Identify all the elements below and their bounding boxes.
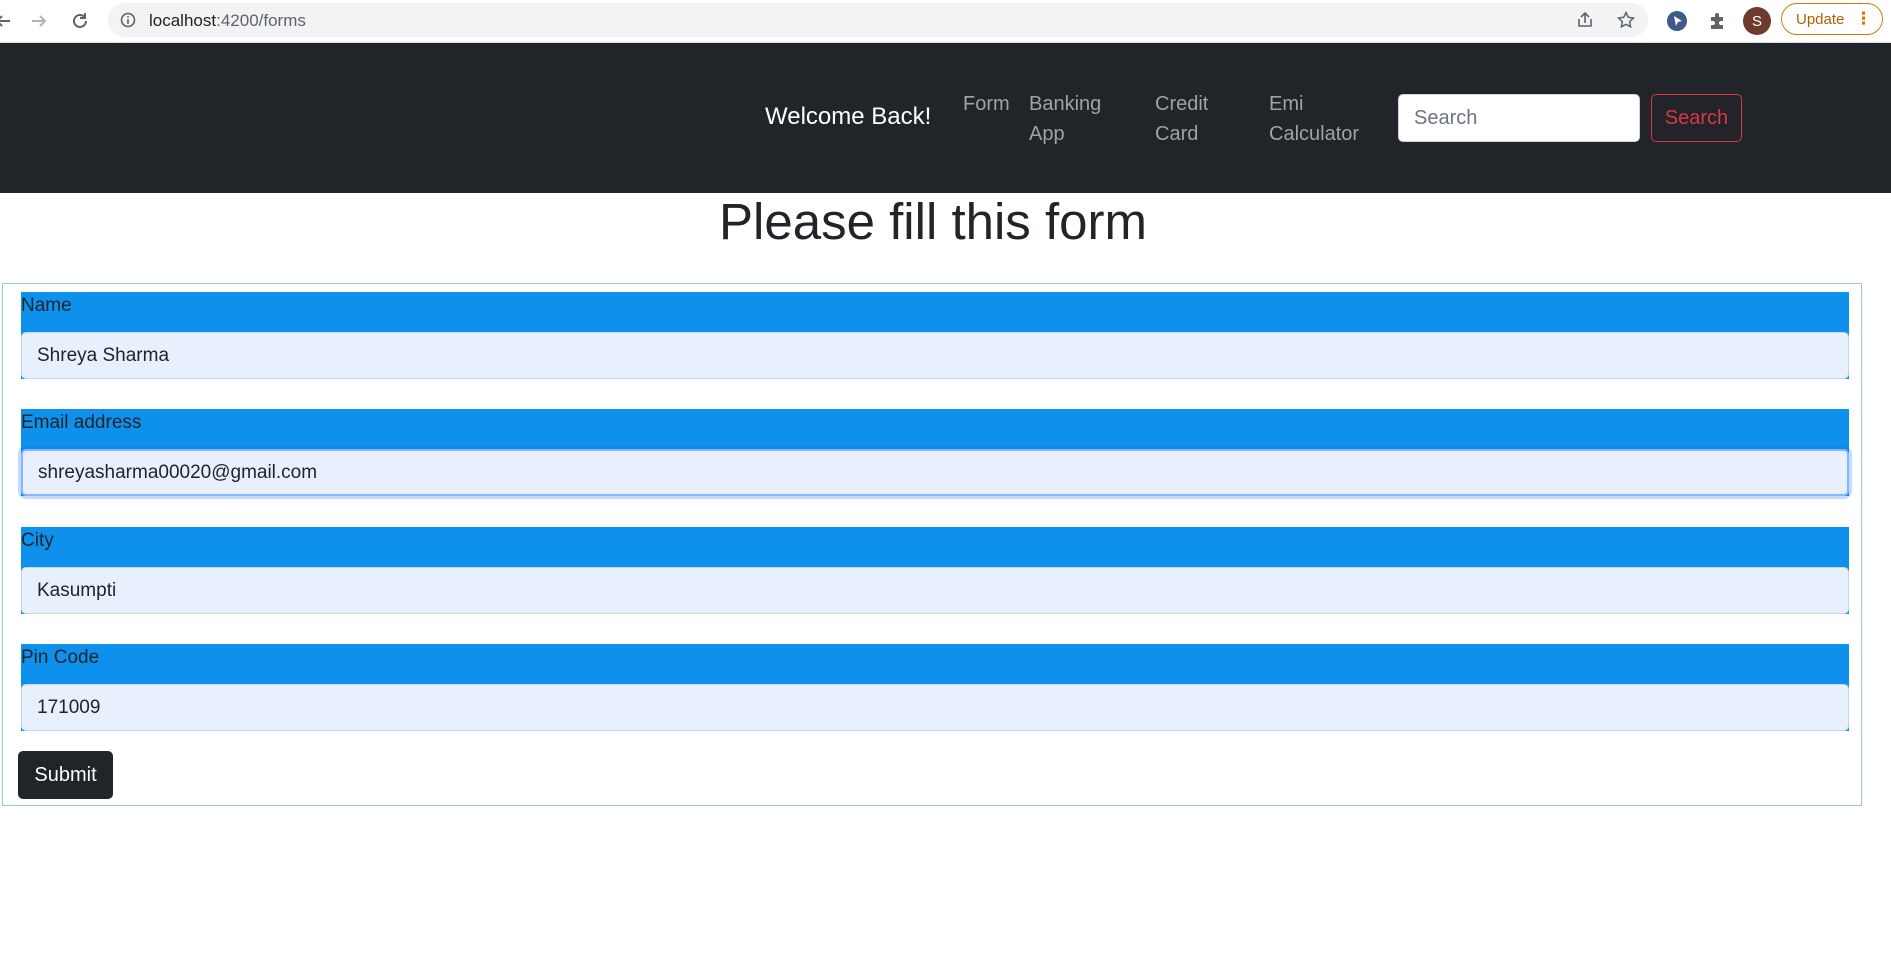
form-container: Name Email address City Pin Code	[2, 283, 1862, 806]
update-button[interactable]: Update ⋮	[1781, 3, 1883, 35]
nav-link-credit-card[interactable]: Credit Card	[1155, 89, 1208, 149]
email-label: Email address	[21, 412, 142, 433]
name-label: Name	[21, 295, 72, 316]
pin-code-label: Pin Code	[21, 647, 100, 668]
forward-icon[interactable]	[24, 6, 54, 36]
nav-link-label: Credit	[1155, 93, 1209, 115]
nav-link-label: Calculator	[1269, 123, 1360, 145]
nav-link-form[interactable]: Form	[963, 89, 1010, 119]
nav-link-label: Card	[1155, 123, 1199, 145]
url-path: :4200/forms	[216, 11, 306, 30]
update-label: Update	[1796, 10, 1845, 28]
search-input[interactable]	[1398, 94, 1640, 142]
page-title: Please fill this form	[719, 193, 1147, 250]
search-button[interactable]: Search	[1651, 94, 1742, 142]
bookmark-star-icon[interactable]	[1616, 10, 1636, 29]
nav-link-banking-app[interactable]: Banking App	[1029, 89, 1101, 149]
email-input[interactable]	[21, 449, 1849, 496]
city-field-group: City	[21, 527, 1849, 614]
name-input[interactable]	[21, 332, 1849, 379]
email-field-group: Email address	[21, 409, 1849, 496]
site-info-icon[interactable]	[120, 12, 136, 28]
nav-link-label: App	[1029, 123, 1065, 145]
pin-code-input[interactable]	[21, 684, 1849, 731]
submit-button[interactable]: Submit	[18, 751, 113, 799]
app-navbar: Welcome Back! Form Banking App Credit Ca…	[0, 43, 1891, 193]
pin-code-field-group: Pin Code	[21, 644, 1849, 731]
address-bar[interactable]: localhost:4200/forms	[108, 3, 1648, 37]
url-text: localhost:4200/forms	[149, 11, 306, 31]
share-icon[interactable]	[1576, 11, 1594, 29]
city-label: City	[21, 530, 54, 551]
navbar-brand[interactable]: Welcome Back!	[765, 103, 931, 131]
url-host: localhost	[149, 11, 217, 30]
browser-toolbar: localhost:4200/forms S Update ⋮	[0, 0, 1891, 43]
nav-link-label: Emi	[1269, 93, 1304, 115]
more-icon[interactable]: ⋮	[1855, 10, 1872, 28]
reload-icon[interactable]	[65, 6, 95, 36]
back-icon[interactable]	[0, 6, 18, 36]
nav-link-emi-calculator[interactable]: Emi Calculator	[1269, 89, 1359, 149]
profile-avatar[interactable]: S	[1743, 7, 1771, 35]
extension-icon[interactable]	[1665, 9, 1689, 33]
nav-link-label: Form	[963, 93, 1010, 115]
city-input[interactable]	[21, 567, 1849, 614]
puzzle-icon[interactable]	[1706, 9, 1730, 33]
name-field-group: Name	[21, 292, 1849, 379]
nav-link-label: Banking	[1029, 93, 1102, 115]
